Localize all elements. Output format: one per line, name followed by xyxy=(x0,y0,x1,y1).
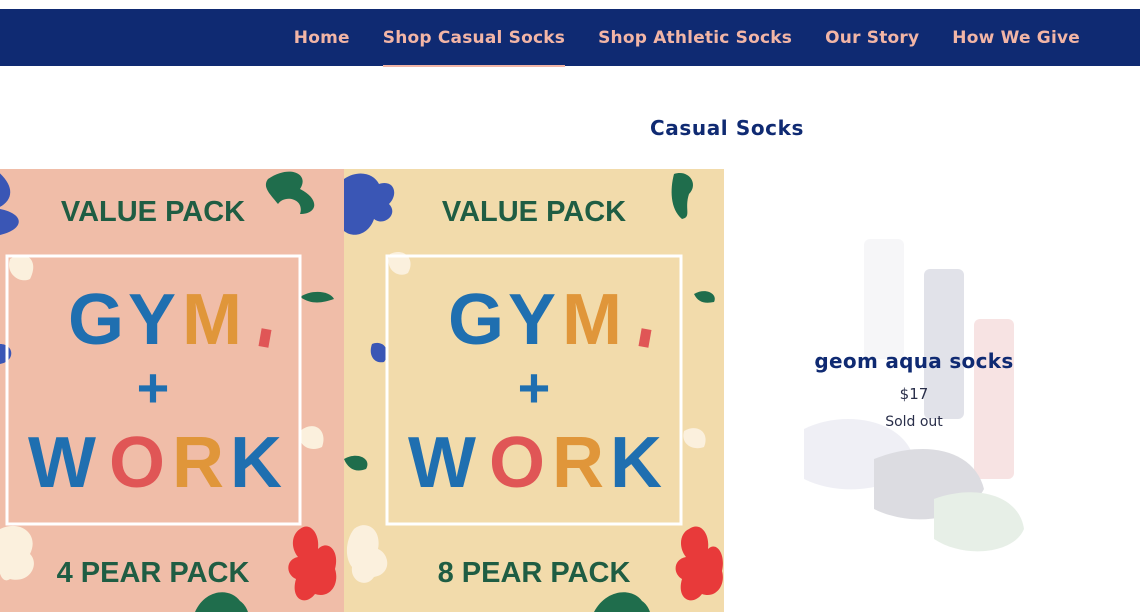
letter-g: G xyxy=(448,280,504,360)
product-image-4-pear-pack: VALUE PACK G Y M + W O R K 4 PEAR PACK xyxy=(0,169,344,612)
letter-r: R xyxy=(552,423,604,503)
plus-sign: + xyxy=(137,356,170,419)
collection-title: Casual Socks xyxy=(650,116,805,140)
pack-header: VALUE PACK xyxy=(61,196,245,228)
product-card-geom-aqua-socks[interactable]: geom aqua socks $17 Sold out xyxy=(724,169,1140,612)
product-price: $17 xyxy=(899,385,929,403)
plus-sign: + xyxy=(518,356,551,419)
page: Home Shop Casual Socks Shop Athletic Soc… xyxy=(0,0,1140,612)
product-tile-4-pear-pack[interactable]: VALUE PACK G Y M + W O R K 4 PEAR PACK xyxy=(0,169,344,612)
letter-y: Y xyxy=(508,280,556,360)
top-spacer xyxy=(0,0,1140,9)
nav-shop-casual-socks[interactable]: Shop Casual Socks xyxy=(382,24,566,67)
letter-r: R xyxy=(172,423,224,503)
letter-w: W xyxy=(28,423,96,503)
letter-o: O xyxy=(489,423,545,503)
nav-shop-athletic-socks[interactable]: Shop Athletic Socks xyxy=(598,24,792,52)
nav-home[interactable]: Home xyxy=(294,24,350,52)
letter-g: G xyxy=(68,280,124,360)
letter-w: W xyxy=(408,423,476,503)
pack-footer: 8 PEAR PACK xyxy=(438,557,631,589)
nav-how-we-give[interactable]: How We Give xyxy=(952,24,1080,52)
product-name[interactable]: geom aqua socks xyxy=(724,349,1104,373)
letter-o: O xyxy=(109,423,165,503)
letter-k: K xyxy=(610,423,662,503)
letter-y: Y xyxy=(128,280,176,360)
product-image-8-pear-pack: VALUE PACK G Y M + W O R K 8 PEAR PACK xyxy=(344,169,724,612)
pack-footer: 4 PEAR PACK xyxy=(57,557,250,589)
letter-m: M xyxy=(562,280,622,360)
letter-k: K xyxy=(230,423,282,503)
nav-links: Home Shop Casual Socks Shop Athletic Soc… xyxy=(294,9,1080,67)
main-nav: Home Shop Casual Socks Shop Athletic Soc… xyxy=(0,9,1140,67)
sold-out-label: Sold out xyxy=(885,414,943,430)
pack-header: VALUE PACK xyxy=(442,196,626,228)
nav-our-story[interactable]: Our Story xyxy=(825,24,919,52)
letter-m: M xyxy=(182,280,242,360)
product-tile-8-pear-pack[interactable]: VALUE PACK G Y M + W O R K 8 PEAR PACK xyxy=(344,169,724,612)
